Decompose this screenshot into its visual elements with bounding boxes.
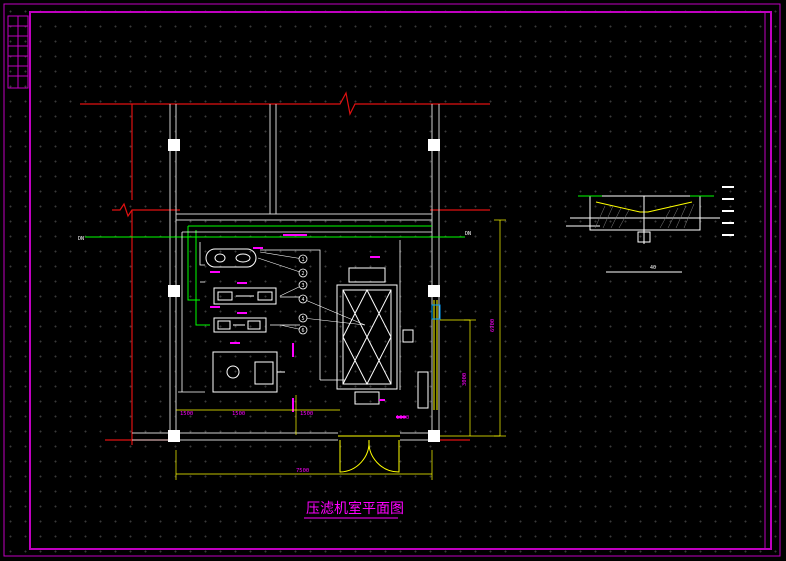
svg-text:1800: 1800: [396, 415, 409, 421]
svg-text:2: 2: [301, 271, 304, 277]
svg-text:DN: DN: [78, 236, 84, 242]
cad-drawing-canvas: 1 2 3 4 5 6 7500 6900 3000 1500 1500 150…: [0, 0, 786, 561]
dimension-texts: 7500 6900 3000 1500 1500 1500 1800: [180, 319, 496, 474]
sheet-frame: [3, 3, 781, 557]
double-door: [338, 435, 400, 473]
filter-press: [336, 267, 414, 405]
svg-text:40: 40: [650, 265, 656, 271]
svg-text:3000: 3000: [462, 373, 468, 386]
callout-markers: [298, 254, 308, 335]
svg-text:4: 4: [301, 297, 304, 303]
svg-text:1: 1: [301, 257, 304, 263]
svg-text:3: 3: [301, 283, 304, 289]
pump-2: [213, 317, 267, 333]
leader-lines: [257, 251, 366, 331]
title-block: [7, 15, 29, 89]
svg-text:1500: 1500: [180, 411, 193, 417]
storage-tank: [205, 248, 257, 268]
dimension-lines: [175, 219, 506, 480]
svg-text:DN: DN: [465, 231, 471, 237]
room-walls: [132, 104, 440, 441]
section-caption: 40: [606, 265, 682, 273]
svg-text:1500: 1500: [232, 411, 245, 417]
pump-1: [213, 287, 277, 305]
drawing-title: 压滤机室平面图: [306, 500, 404, 517]
svg-text:5: 5: [301, 316, 304, 322]
svg-text:6900: 6900: [490, 319, 496, 332]
structural-columns: [168, 139, 440, 442]
dosing-tank: [212, 351, 285, 393]
conveyor: [417, 371, 429, 409]
svg-text:7500: 7500: [296, 468, 309, 474]
floor-plan-drawing: 1 2 3 4 5 6 7500 6900 3000 1500 1500 150…: [3, 3, 781, 557]
section-detail: [566, 195, 720, 244]
pipe-network: [85, 225, 465, 326]
svg-text:6: 6: [301, 328, 304, 334]
section-elevation-tags: [722, 186, 734, 236]
svg-text:1500: 1500: [300, 411, 313, 417]
